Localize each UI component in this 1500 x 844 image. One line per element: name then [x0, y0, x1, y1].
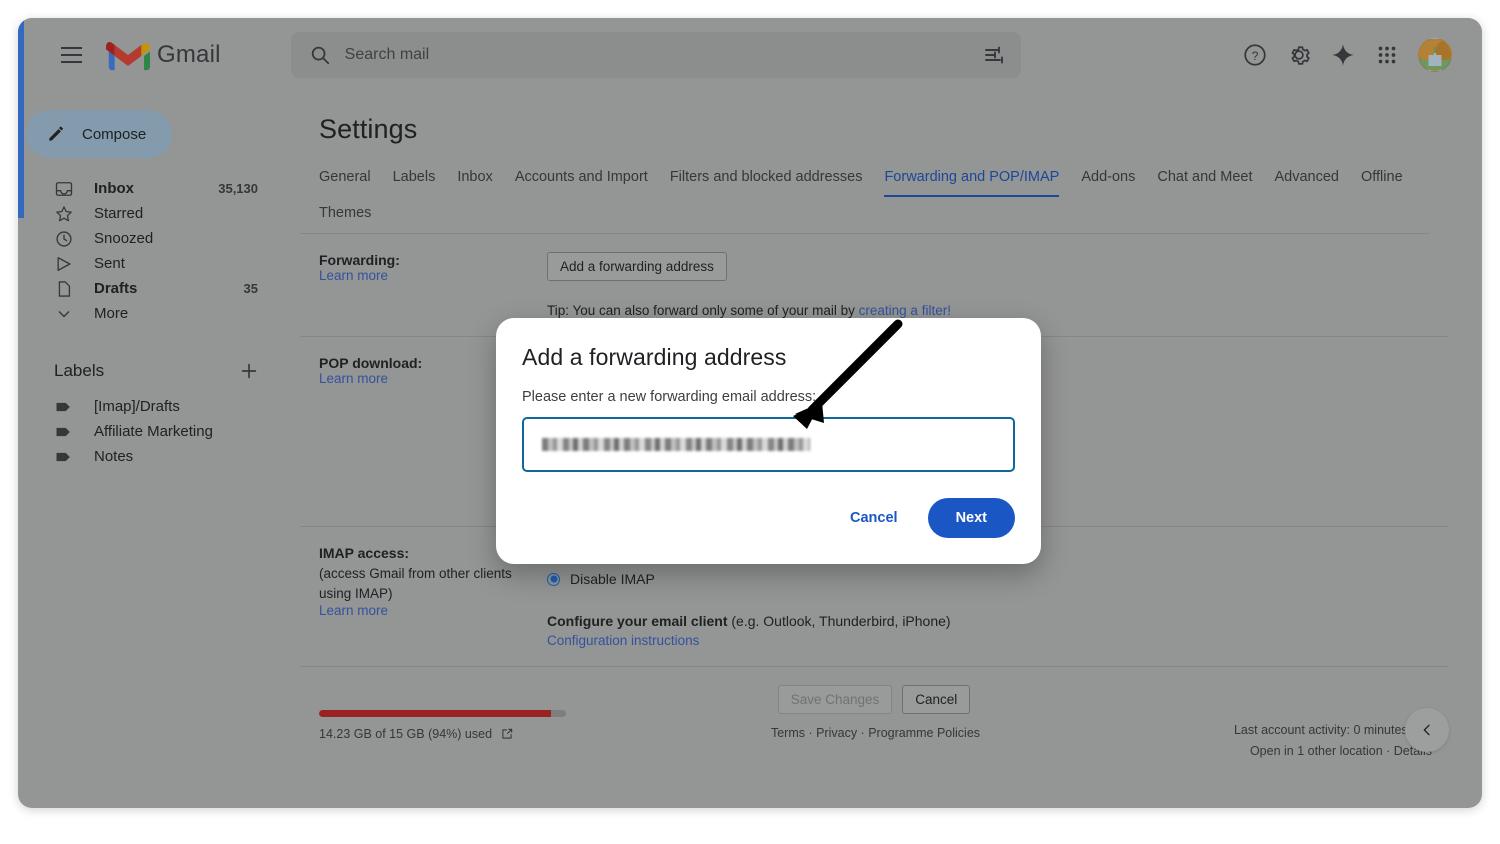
- desktop-background: Gmail Search mail: [0, 0, 1500, 844]
- dialog-next-button[interactable]: Next: [928, 498, 1015, 538]
- dialog-subtitle: Please enter a new forwarding email addr…: [522, 389, 1015, 405]
- redacted-email-value: [542, 438, 810, 451]
- gmail-window: Gmail Search mail: [18, 18, 1482, 808]
- dialog-cancel-button[interactable]: Cancel: [840, 502, 908, 534]
- forwarding-email-input[interactable]: [522, 417, 1015, 472]
- add-forwarding-address-dialog: Add a forwarding address Please enter a …: [496, 318, 1041, 564]
- dialog-title: Add a forwarding address: [522, 344, 1015, 371]
- dialog-actions: Cancel Next: [522, 498, 1015, 538]
